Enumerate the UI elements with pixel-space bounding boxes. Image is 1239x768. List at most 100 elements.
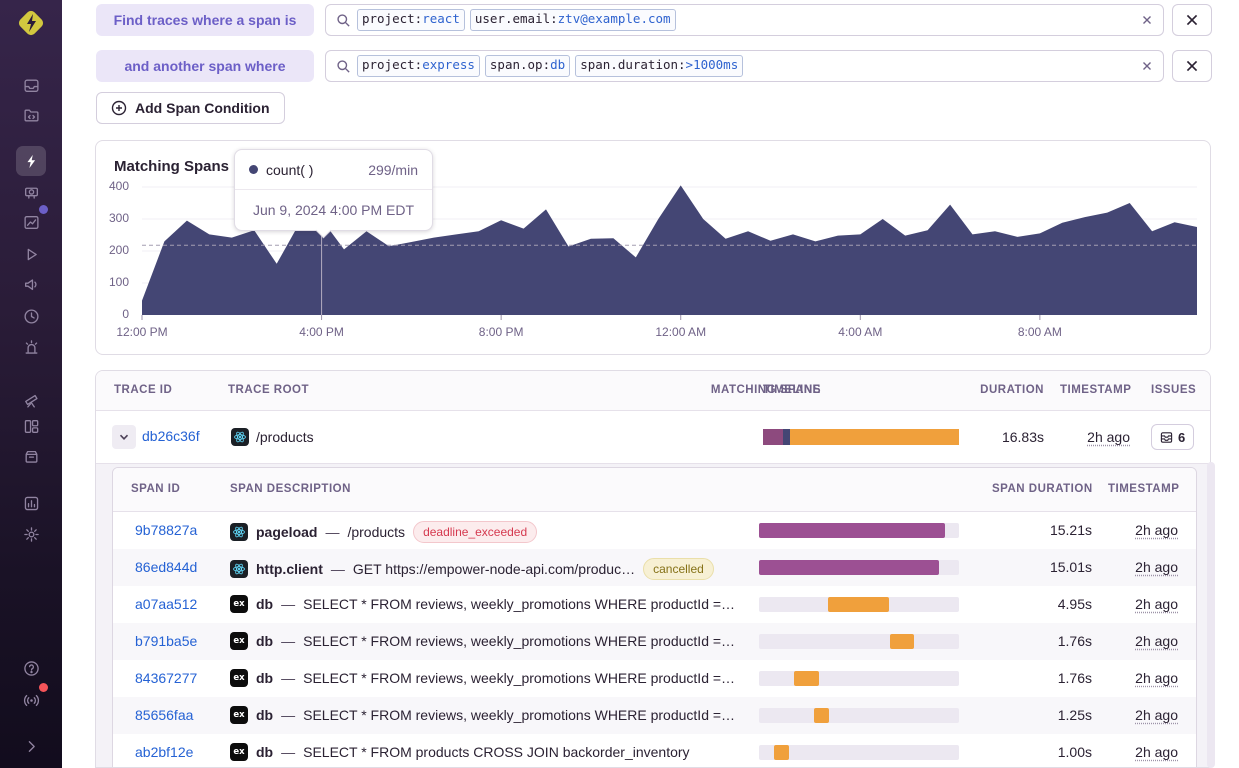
col-span-timestamp: TIMESTAMP <box>1108 483 1178 495</box>
chart-line-icon[interactable] <box>16 207 46 237</box>
stats-icon[interactable] <box>16 488 46 518</box>
megaphone-icon[interactable] <box>16 269 46 299</box>
token-list: project:reactuser.email:ztv@example.com <box>357 9 676 31</box>
spans-table-header: SPAN ID SPAN DESCRIPTION SPAN DURATION T… <box>113 468 1196 512</box>
issues-stack-icon <box>1160 431 1173 444</box>
dash-separator: — <box>281 596 295 612</box>
traces-table-header: TRACE ID TRACE ROOT MATCHING SPANS TIMEL… <box>96 371 1210 411</box>
span-duration-value: 15.21s <box>1012 522 1092 538</box>
dash-separator: — <box>281 633 295 649</box>
express-icon: ex <box>230 706 248 724</box>
trace-root-label: /products <box>256 429 314 445</box>
col-span-id: SPAN ID <box>131 483 180 495</box>
span-row: 9b78827a pageload — /products deadline_e… <box>113 512 1196 549</box>
span-duration-bar <box>759 745 959 760</box>
search-token[interactable]: span.op:db <box>485 55 570 77</box>
collapse-trace-icon[interactable] <box>112 425 136 449</box>
x-tick-label: 12:00 AM <box>641 325 721 339</box>
app-root: Find traces where a span is project:reac… <box>0 0 1239 768</box>
timeline-segment <box>763 429 783 445</box>
search-token[interactable]: project:express <box>357 55 480 77</box>
span-timestamp: 2h ago <box>1135 707 1178 723</box>
span-op: db <box>256 596 273 612</box>
timeline-segment <box>783 429 790 445</box>
matching-spans-chart-card: Matching Spans 4003002001000 12:00 PM4:0… <box>95 140 1211 355</box>
scrollbar[interactable] <box>1207 462 1215 768</box>
span-timestamp: 2h ago <box>1135 522 1178 538</box>
red-notification-dot <box>39 683 48 692</box>
lightning-icon[interactable] <box>16 146 46 176</box>
clear-search-icon[interactable] <box>1140 13 1154 27</box>
issues-chip[interactable]: 6 <box>1151 424 1194 450</box>
col-span-description: SPAN DESCRIPTION <box>230 483 351 495</box>
dash-separator: — <box>281 670 295 686</box>
sidebar <box>0 0 62 768</box>
projector-icon[interactable] <box>16 177 46 207</box>
span-duration-value: 1.25s <box>1012 707 1092 723</box>
clear-search-icon[interactable] <box>1140 59 1154 73</box>
span-row: a07aa512 ex db — SELECT * FROM reviews, … <box>113 586 1196 623</box>
span-op: db <box>256 707 273 723</box>
dash-separator: — <box>281 744 295 760</box>
search-bar-span-a[interactable]: project:reactuser.email:ztv@example.com <box>325 4 1164 36</box>
span-description: SELECT * FROM reviews, weekly_promotions… <box>303 707 735 723</box>
span-id-link[interactable]: 86ed844d <box>135 559 197 575</box>
token-list: project:expressspan.op:dbspan.duration:>… <box>357 55 743 77</box>
col-timestamp: TIMESTAMP <box>1060 384 1130 396</box>
add-span-condition-button[interactable]: Add Span Condition <box>96 92 285 124</box>
dash-separator: — <box>325 524 339 540</box>
span-op: db <box>256 670 273 686</box>
express-icon: ex <box>230 595 248 613</box>
span-duration-value: 1.00s <box>1012 744 1092 760</box>
search-token[interactable]: span.duration:>1000ms <box>575 55 743 77</box>
x-tick-label: 8:00 PM <box>461 325 541 339</box>
chart-tooltip: count( ) 299/min Jun 9, 2024 4:00 PM EDT <box>234 149 433 231</box>
span-op: pageload <box>256 524 317 540</box>
search-token[interactable]: project:react <box>357 9 465 31</box>
issues-count: 6 <box>1178 430 1185 445</box>
span-description: SELECT * FROM reviews, weekly_promotions… <box>303 670 735 686</box>
react-icon <box>230 523 248 541</box>
span-op: db <box>256 633 273 649</box>
chart-title: Matching Spans <box>114 158 229 175</box>
span-description: SELECT * FROM products CROSS JOIN backor… <box>303 744 689 760</box>
gear-icon[interactable] <box>16 519 46 549</box>
search-token[interactable]: user.email:ztv@example.com <box>470 9 676 31</box>
span-id-link[interactable]: 84367277 <box>135 670 197 686</box>
blue-notification-dot <box>39 205 48 214</box>
span-id-link[interactable]: a07aa512 <box>135 596 197 612</box>
span-id-link[interactable]: ab2bf12e <box>135 744 193 760</box>
span-duration-value: 1.76s <box>1012 633 1092 649</box>
span-description: GET https://empower-node-api.com/produc… <box>353 561 635 577</box>
tooltip-series-value: 299/min <box>368 162 418 178</box>
span-id-link[interactable]: 85656faa <box>135 707 193 723</box>
search-bar-span-b[interactable]: project:expressspan.op:dbspan.duration:>… <box>325 50 1164 82</box>
span-id-link[interactable]: 9b78827a <box>135 522 197 538</box>
query-label-span-b: and another span where <box>96 50 314 82</box>
collapse-chevron-icon[interactable] <box>16 731 46 761</box>
siren-icon[interactable] <box>16 332 46 362</box>
delete-condition-a-button[interactable] <box>1172 4 1212 36</box>
span-op: http.client <box>256 561 323 577</box>
col-timeline: TIMELINE <box>763 384 821 396</box>
broadcast-icon[interactable] <box>16 685 46 715</box>
span-timestamp: 2h ago <box>1135 670 1178 686</box>
span-id-link[interactable]: b791ba5e <box>135 633 197 649</box>
y-tick-label: 0 <box>99 307 129 321</box>
archive-box-icon[interactable] <box>16 441 46 471</box>
col-duration: DURATION <box>964 384 1044 396</box>
play-icon[interactable] <box>16 239 46 269</box>
dash-separator: — <box>331 561 345 577</box>
y-tick-label: 200 <box>99 243 129 257</box>
trace-id-link[interactable]: db26c36f <box>142 428 200 444</box>
inbox-icon[interactable] <box>16 70 46 100</box>
sentry-logo-icon[interactable] <box>14 6 48 40</box>
dashboard-icon[interactable] <box>16 411 46 441</box>
help-icon[interactable] <box>16 653 46 683</box>
code-folder-icon[interactable] <box>16 100 46 130</box>
query-label-span-a: Find traces where a span is <box>96 4 314 36</box>
span-duration-bar <box>759 523 959 538</box>
delete-condition-b-button[interactable] <box>1172 50 1212 82</box>
clock-icon[interactable] <box>16 301 46 331</box>
x-tick-label: 4:00 PM <box>282 325 362 339</box>
